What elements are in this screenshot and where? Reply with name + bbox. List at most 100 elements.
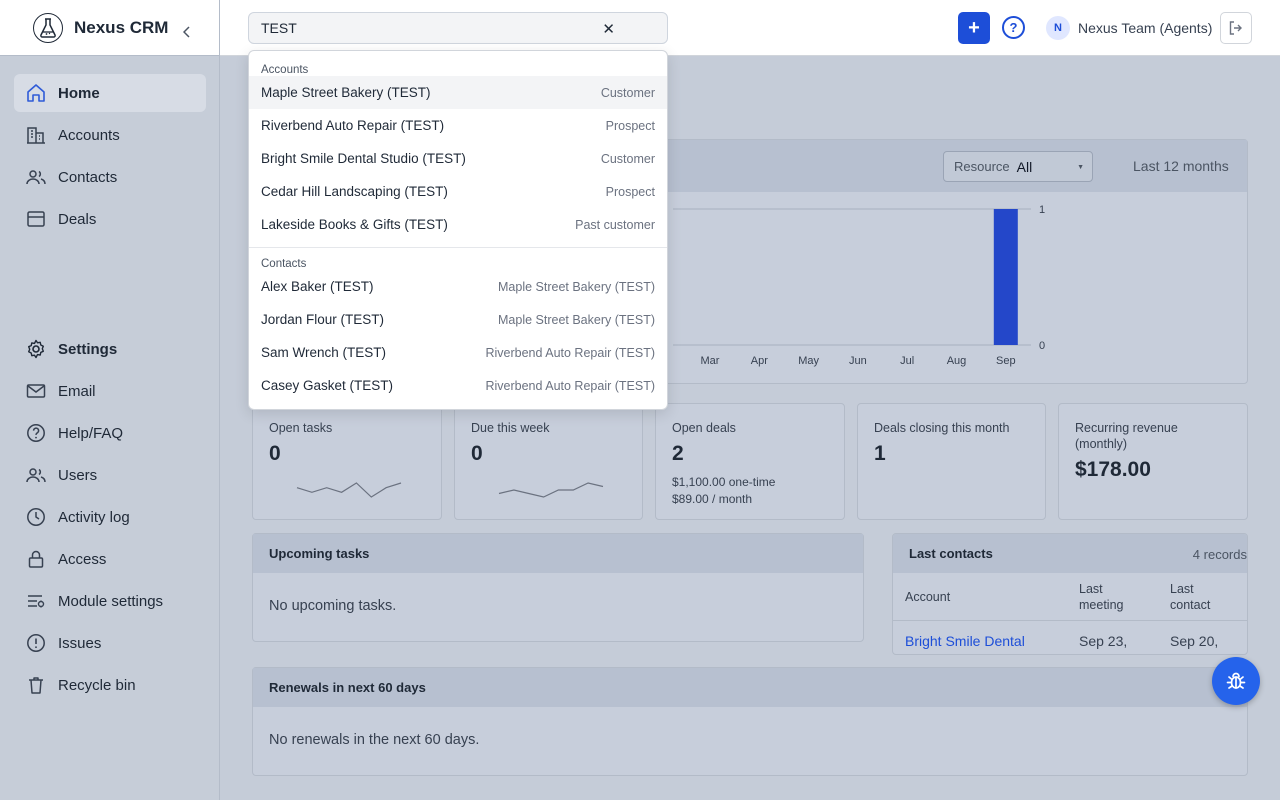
result-account: Riverbend Auto Repair (TEST)	[485, 378, 655, 393]
stat-value: 2	[672, 442, 684, 465]
record-count-text: 4 records	[1192, 547, 1247, 562]
sidebar-item-recycle-bin[interactable]: Recycle bin	[14, 666, 206, 704]
result-name: Lakeside Books & Gifts (TEST)	[261, 217, 448, 232]
users-icon	[26, 170, 46, 185]
stat-label: Open deals	[672, 421, 736, 435]
last-contacts-card: Last contacts 4 records Account Last mee…	[892, 533, 1248, 655]
sidebar: Nexus CRM Home Accounts Contacts Deals S…	[0, 0, 220, 800]
sidebar-item-label: Access	[58, 550, 107, 568]
last-contacts-table: Account Last meeting Last contact Bright…	[893, 573, 1247, 654]
search-result-contact[interactable]: Sam Wrench (TEST) Riverbend Auto Repair (…	[249, 336, 667, 369]
sidebar-item-accounts[interactable]: Accounts	[14, 116, 206, 154]
x-tick-label: Aug	[947, 355, 967, 367]
card-title: Upcoming tasks	[253, 534, 863, 573]
topbar: TEST ✕ + ? N Nexus Team (Agents)	[220, 0, 1280, 56]
building-icon	[27, 127, 45, 144]
result-name: Riverbend Auto Repair (TEST)	[261, 118, 445, 133]
sidebar-item-email[interactable]: Email	[14, 372, 206, 410]
sparkline	[498, 482, 604, 498]
app-name: Nexus CRM	[74, 17, 169, 37]
sidebar-item-label: Deals	[58, 210, 97, 228]
stat-due-this-week: Due this week 0	[454, 403, 643, 520]
y-tick-label: 0	[1039, 340, 1045, 352]
x-tick-label: Apr	[751, 355, 768, 367]
sidebar-item-help[interactable]: Help/FAQ	[14, 414, 206, 452]
alert-icon	[27, 634, 45, 652]
result-name: Casey Gasket (TEST)	[261, 378, 394, 393]
bug-icon	[1226, 672, 1246, 689]
col-last-meeting[interactable]: Last meeting	[1079, 581, 1139, 613]
collapse-sidebar-icon[interactable]	[182, 26, 191, 41]
search-result-account[interactable]: Cedar Hill Landscaping (TEST) Prospect	[249, 175, 667, 208]
user-name[interactable]: Nexus Team (Agents)	[1078, 20, 1212, 36]
avatar[interactable]: N	[1046, 16, 1070, 40]
search-result-account[interactable]: Bright Smile Dental Studio (TEST) Custome…	[249, 142, 667, 175]
sidebar-item-settings[interactable]: Settings	[14, 330, 206, 368]
search-result-account[interactable]: Riverbend Auto Repair (TEST) Prospect	[249, 109, 667, 142]
search-result-contact[interactable]: Casey Gasket (TEST) Riverbend Auto Repair…	[249, 369, 667, 402]
help-icon	[27, 424, 45, 442]
stat-deals-closing: Deals closing this month 1	[857, 403, 1046, 520]
stat-value: 0	[269, 442, 281, 465]
search-result-account[interactable]: Lakeside Books & Gifts (TEST) Past custom…	[249, 208, 667, 241]
x-tick-label: Mar	[701, 355, 720, 367]
x-tick-label: Jun	[849, 355, 867, 367]
add-new-button[interactable]: +	[958, 12, 990, 44]
stat-value: 1	[874, 442, 886, 465]
sidebar-item-label: Home	[58, 84, 100, 102]
clear-search-icon[interactable]: ✕	[602, 20, 615, 38]
stat-label: Deals closing this month	[874, 421, 1010, 435]
search-result-contact[interactable]: Jordan Flour (TEST) Maple Street Bakery (…	[249, 303, 667, 336]
sidebar-item-label: Settings	[58, 340, 118, 358]
col-account[interactable]: Account	[905, 589, 950, 605]
sidebar-item-activity-log[interactable]: Activity log	[14, 498, 206, 536]
x-tick-label: May	[798, 355, 819, 367]
result-name: Jordan Flour (TEST)	[261, 312, 385, 327]
report-bug-button[interactable]	[1212, 657, 1260, 705]
mail-icon	[26, 384, 46, 398]
col-last-contact[interactable]: Last contact	[1170, 581, 1230, 613]
x-tick-label: Jul	[900, 355, 914, 367]
group-heading-accounts: Accounts	[261, 64, 309, 76]
clock-icon	[27, 508, 45, 526]
account-link[interactable]: Bright Smile Dental	[905, 633, 1025, 649]
sidebar-item-users[interactable]: Users	[14, 456, 206, 494]
logout-button[interactable]	[1220, 12, 1252, 44]
stat-sub: $89.00 / month	[672, 492, 753, 506]
stat-sub: $1,100.00 one-time	[672, 475, 776, 489]
sidebar-item-label: Module settings	[58, 592, 164, 610]
search-results-dropdown: Accounts Maple Street Bakery (TEST) Custo…	[248, 50, 668, 410]
search-result-contact[interactable]: Alex Baker (TEST) Maple Street Bakery (TE…	[249, 270, 667, 303]
sidebar-item-label: Recycle bin	[58, 676, 136, 694]
sidebar-item-contacts[interactable]: Contacts	[14, 158, 206, 196]
result-name: Bright Smile Dental Studio (TEST)	[261, 151, 466, 166]
stat-label: Recurring revenue (monthly)	[1075, 421, 1178, 451]
result-status: Customer	[600, 151, 655, 166]
flask-logo-icon	[33, 12, 63, 43]
result-name: Sam Wrench (TEST)	[261, 345, 387, 360]
sidebar-item-issues[interactable]: Issues	[14, 624, 206, 662]
group-heading-contacts: Contacts	[261, 258, 307, 270]
search-query: TEST	[261, 20, 297, 36]
trash-icon	[29, 677, 43, 694]
sidebar-item-deals[interactable]: Deals	[14, 200, 206, 238]
x-tick-label: Sep	[996, 355, 1016, 367]
sidebar-item-home[interactable]: Home	[14, 74, 206, 112]
home-icon	[27, 84, 45, 102]
main-nav: Home Accounts Contacts Deals	[14, 74, 206, 242]
search-input[interactable]: TEST ✕	[248, 12, 668, 44]
result-status: Prospect	[605, 184, 655, 199]
sidebar-item-access[interactable]: Access	[14, 540, 206, 578]
search-result-account[interactable]: Maple Street Bakery (TEST) Customer	[249, 76, 667, 109]
sparkline-path	[296, 482, 402, 498]
stat-label: Open tasks	[269, 421, 333, 435]
help-button[interactable]: ?	[1002, 16, 1025, 39]
gear-icon	[28, 339, 44, 359]
sparkline	[296, 482, 402, 498]
sidebar-item-label: Activity log	[58, 508, 130, 526]
stat-recurring-revenue: Recurring revenue (monthly) $178.00	[1058, 403, 1248, 520]
card-title: Last contacts	[909, 546, 993, 561]
result-account: Riverbend Auto Repair (TEST)	[485, 345, 655, 360]
sidebar-item-module-settings[interactable]: Module settings	[14, 582, 206, 620]
stat-value: 0	[471, 442, 483, 465]
